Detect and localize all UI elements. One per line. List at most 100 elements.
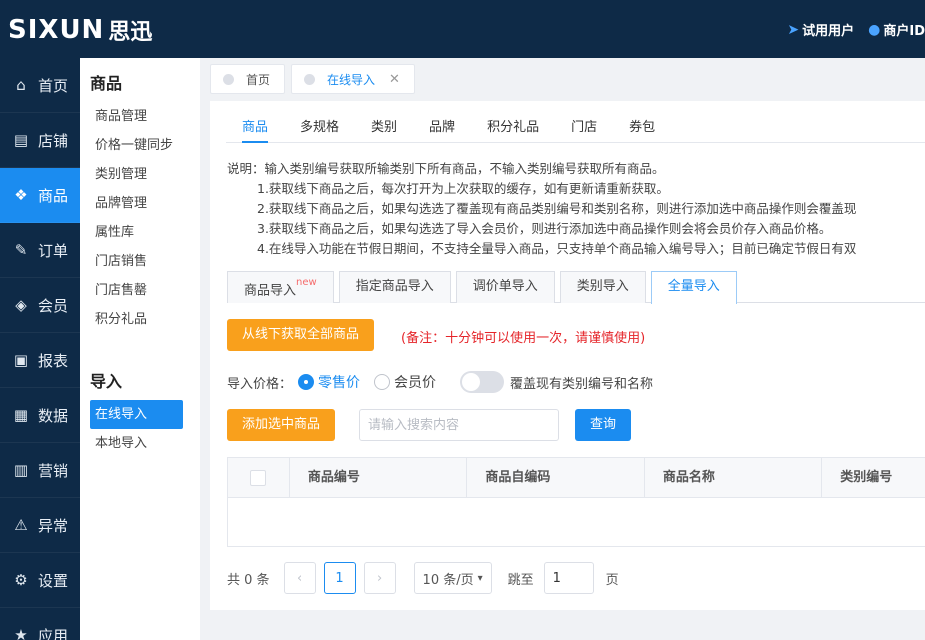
order-icon: ✎: [14, 241, 28, 259]
nav-item-settings[interactable]: ⚙ 设置: [0, 553, 80, 608]
logo-cn: 思迅: [108, 20, 153, 45]
total-count: 共 0 条: [227, 572, 270, 588]
warning-icon: ⚠: [14, 516, 28, 534]
next-page-button[interactable]: ›: [363, 562, 396, 594]
top-right-menu: ➤ 试用用户 ● 商户ID: [773, 20, 925, 40]
nav-item-marketing[interactable]: ▥ 营销: [0, 443, 80, 498]
nav-item-orders[interactable]: ✎ 订单: [0, 223, 80, 278]
pagination: 共 0 条 ‹ 1 › 10 条/页▾ 跳至 页: [227, 562, 619, 594]
radio-retail-price[interactable]: 零售价: [298, 372, 360, 392]
nav-label: 首页: [38, 76, 69, 95]
submenu-import-title: 导入: [90, 372, 123, 391]
add-selected-button[interactable]: 添加选中商品: [227, 409, 336, 441]
tab-category[interactable]: 类别: [371, 115, 397, 143]
gift-icon: ❖: [14, 186, 28, 204]
nav-item-goods[interactable]: ❖ 商品: [0, 168, 80, 223]
radio-label: 会员价: [394, 375, 437, 391]
tab-coupon-pack[interactable]: 券包: [629, 115, 655, 143]
chevron-left-icon: ‹: [296, 570, 303, 586]
radio-member-price[interactable]: 会员价: [374, 372, 436, 392]
nav-label: 异常: [38, 516, 69, 535]
nav-item-shop[interactable]: ▤ 店铺: [0, 113, 80, 168]
nav-label: 会员: [38, 296, 69, 315]
prev-page-button[interactable]: ‹: [283, 562, 316, 594]
tab-dot-icon: [223, 73, 234, 85]
tab-store[interactable]: 门店: [571, 115, 597, 143]
close-icon[interactable]: ✕: [389, 72, 400, 87]
query-button[interactable]: 查询: [575, 409, 632, 441]
remark-text: (备注：十分钟可以使用一次，请谨慎使用): [401, 331, 646, 346]
trial-user-label: 试用用户: [802, 24, 855, 39]
tab-goods[interactable]: 商品: [242, 115, 269, 143]
tab-goods-import[interactable]: 商品导入new: [227, 271, 334, 303]
submenu-item-online-import[interactable]: 在线导入: [90, 400, 183, 429]
nav-label: 店铺: [38, 131, 69, 150]
import-tabs: 商品导入new 指定商品导入 调价单导入 类别导入 全量导入: [227, 271, 925, 304]
nav-item-exception[interactable]: ⚠ 异常: [0, 498, 80, 553]
submenu-item-store-soldout[interactable]: 门店售罄: [80, 276, 200, 305]
col-goods-name: 商品名称: [645, 458, 823, 498]
page-tab-home[interactable]: 首页: [210, 64, 286, 94]
note-line: 2.获取线下商品之后，如果勾选选了覆盖现有商品类别编号和类别名称，则进行添加选中…: [257, 201, 857, 216]
settings-icon: ⚙: [14, 571, 28, 589]
logo[interactable]: SIXUN 思迅: [8, 14, 152, 46]
chevron-right-icon: ›: [376, 570, 383, 586]
nav-item-data[interactable]: ▦ 数据: [0, 388, 80, 443]
tab-multi-spec[interactable]: 多规格: [300, 115, 339, 143]
search-input[interactable]: [359, 409, 559, 441]
nav-item-app[interactable]: ★ 应用: [0, 608, 80, 640]
logo-text: SIXUN: [8, 15, 105, 45]
radio-label: 零售价: [318, 375, 361, 391]
submenu-item-local-import[interactable]: 本地导入: [80, 429, 200, 458]
tab-category-import[interactable]: 类别导入: [559, 271, 646, 303]
note-line: 3.获取线下商品之后，如果勾选选了导入会员价，则进行添加选中商品操作则会将会员价…: [257, 221, 832, 236]
main-card: 商品 多规格 类别 品牌 积分礼品 门店 券包 说明：输入类别编号获取所输类别下…: [210, 101, 925, 610]
tab-dot-icon: [304, 73, 316, 85]
page-tab-online-import[interactable]: 在线导入 ✕: [291, 64, 415, 94]
chevron-down-icon: ▾: [477, 572, 483, 584]
submenu-item-attributes[interactable]: 属性库: [80, 218, 200, 247]
nav-label: 应用: [38, 626, 69, 640]
submenu-item-category[interactable]: 类别管理: [80, 160, 200, 189]
radio-icon: [298, 374, 315, 390]
page-size-select[interactable]: 10 条/页 ▾: [413, 562, 492, 594]
note-line: 4.在线导入功能在节假日期间，不支持全量导入商品，只支持单个商品输入编号导入；目…: [257, 241, 857, 256]
tab-brand[interactable]: 品牌: [429, 115, 455, 143]
nav-item-home[interactable]: ⌂ 首页: [0, 58, 80, 113]
nav-label: 商品: [38, 186, 69, 205]
select-all-cell: [228, 458, 290, 498]
fetch-all-button[interactable]: 从线下获取全部商品: [227, 319, 375, 351]
tab-price-adjust-import[interactable]: 调价单导入: [455, 271, 555, 303]
tab-specified-import[interactable]: 指定商品导入: [338, 271, 451, 303]
submenu-item-store-sales[interactable]: 门店销售: [80, 247, 200, 276]
new-badge: new: [296, 277, 317, 288]
submenu-item-goods-manage[interactable]: 商品管理: [80, 102, 200, 131]
submenu-item-points-gift[interactable]: 积分礼品: [80, 305, 200, 334]
marketing-icon: ▥: [13, 461, 29, 479]
overwrite-toggle[interactable]: [460, 371, 505, 393]
send-icon: ➤: [787, 21, 800, 38]
nav-item-member[interactable]: ◈ 会员: [0, 278, 80, 333]
jump-input[interactable]: [543, 562, 594, 594]
submenu-item-brand[interactable]: 品牌管理: [80, 189, 200, 218]
page-tab-label: 在线导入: [327, 72, 376, 87]
page-button-current[interactable]: 1: [323, 562, 356, 594]
select-all-checkbox[interactable]: [250, 470, 266, 486]
side-nav: ⌂ 首页 ▤ 店铺 ❖ 商品 ✎ 订单 ◈ 会员 ▣ 报表 ▦ 数据 ▥ 营销 ⚠ 异常 ⚙ 设置 …: [0, 58, 80, 640]
instructions: 说明：输入类别编号获取所输类别下所有商品，不输入类别编号获取所有商品。 1.获取…: [227, 159, 856, 259]
page-tab-label: 首页: [246, 72, 271, 87]
member-icon: ◈: [15, 296, 27, 314]
trial-user-link[interactable]: ➤ 试用用户: [787, 20, 855, 40]
user-icon: ●: [868, 21, 881, 38]
tab-full-import[interactable]: 全量导入: [650, 271, 737, 304]
col-goods-code: 商品编号: [290, 458, 468, 498]
tab-label: 商品导入: [244, 283, 297, 299]
merchant-id[interactable]: ● 商户ID: [868, 20, 925, 40]
tab-points-gift[interactable]: 积分礼品: [487, 115, 539, 143]
merchant-label: 商户ID: [883, 24, 925, 39]
submenu-item-price-sync[interactable]: 价格一键同步: [80, 131, 200, 160]
overwrite-label: 覆盖现有类别编号和名称: [510, 376, 654, 392]
nav-label: 数据: [38, 406, 69, 425]
sub-menu: 商品 商品管理 价格一键同步 类别管理 品牌管理 属性库 门店销售 门店售罄 积…: [80, 58, 200, 640]
nav-item-report[interactable]: ▣ 报表: [0, 333, 80, 388]
